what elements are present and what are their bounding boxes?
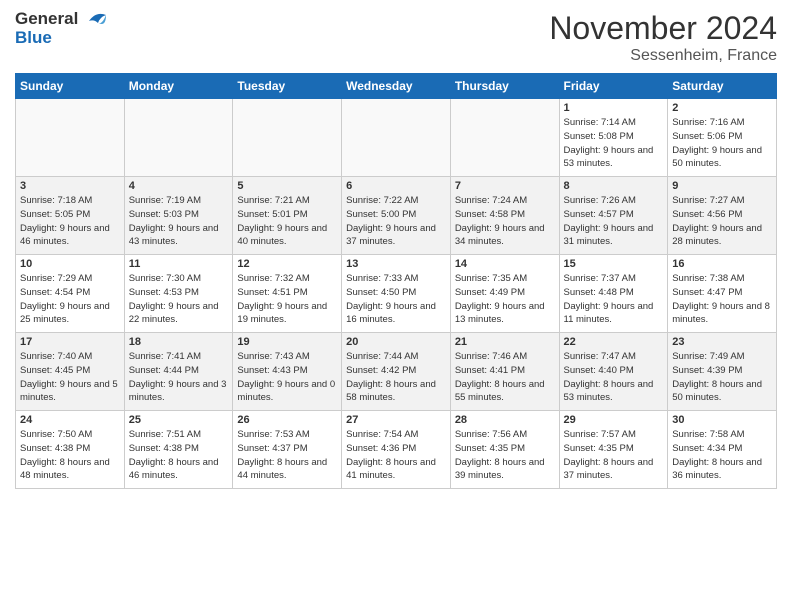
calendar-cell: 27 Sunrise: 7:54 AMSunset: 4:36 PMDaylig…: [342, 411, 451, 489]
col-monday: Monday: [124, 74, 233, 99]
location: Sessenheim, France: [549, 47, 777, 65]
calendar-cell: 7 Sunrise: 7:24 AMSunset: 4:58 PMDayligh…: [450, 177, 559, 255]
calendar-cell: [124, 99, 233, 177]
calendar-cell: 13 Sunrise: 7:33 AMSunset: 4:50 PMDaylig…: [342, 255, 451, 333]
month-title: November 2024: [549, 10, 777, 47]
calendar-week-4: 24 Sunrise: 7:50 AMSunset: 4:38 PMDaylig…: [16, 411, 777, 489]
calendar-cell: 15 Sunrise: 7:37 AMSunset: 4:48 PMDaylig…: [559, 255, 668, 333]
logo-bird-icon: [84, 9, 108, 33]
calendar-week-0: 1 Sunrise: 7:14 AMSunset: 5:08 PMDayligh…: [16, 99, 777, 177]
calendar-cell: 20 Sunrise: 7:44 AMSunset: 4:42 PMDaylig…: [342, 333, 451, 411]
calendar-cell: 18 Sunrise: 7:41 AMSunset: 4:44 PMDaylig…: [124, 333, 233, 411]
calendar-cell: [342, 99, 451, 177]
logo: General Blue: [15, 10, 108, 47]
title-section: November 2024 Sessenheim, France: [549, 10, 777, 65]
calendar-cell: 2 Sunrise: 7:16 AMSunset: 5:06 PMDayligh…: [668, 99, 777, 177]
calendar-cell: 23 Sunrise: 7:49 AMSunset: 4:39 PMDaylig…: [668, 333, 777, 411]
calendar-cell: [233, 99, 342, 177]
page-header: General Blue November 2024 Sessenheim, F…: [15, 10, 777, 65]
calendar-cell: 12 Sunrise: 7:32 AMSunset: 4:51 PMDaylig…: [233, 255, 342, 333]
col-thursday: Thursday: [450, 74, 559, 99]
calendar-cell: 22 Sunrise: 7:47 AMSunset: 4:40 PMDaylig…: [559, 333, 668, 411]
calendar-cell: [450, 99, 559, 177]
calendar-cell: 14 Sunrise: 7:35 AMSunset: 4:49 PMDaylig…: [450, 255, 559, 333]
calendar-cell: 25 Sunrise: 7:51 AMSunset: 4:38 PMDaylig…: [124, 411, 233, 489]
calendar-cell: 17 Sunrise: 7:40 AMSunset: 4:45 PMDaylig…: [16, 333, 125, 411]
calendar-cell: 26 Sunrise: 7:53 AMSunset: 4:37 PMDaylig…: [233, 411, 342, 489]
calendar-cell: 10 Sunrise: 7:29 AMSunset: 4:54 PMDaylig…: [16, 255, 125, 333]
calendar-cell: 24 Sunrise: 7:50 AMSunset: 4:38 PMDaylig…: [16, 411, 125, 489]
calendar-cell: 8 Sunrise: 7:26 AMSunset: 4:57 PMDayligh…: [559, 177, 668, 255]
col-sunday: Sunday: [16, 74, 125, 99]
col-tuesday: Tuesday: [233, 74, 342, 99]
col-saturday: Saturday: [668, 74, 777, 99]
calendar-week-1: 3 Sunrise: 7:18 AMSunset: 5:05 PMDayligh…: [16, 177, 777, 255]
col-wednesday: Wednesday: [342, 74, 451, 99]
calendar-cell: 9 Sunrise: 7:27 AMSunset: 4:56 PMDayligh…: [668, 177, 777, 255]
calendar-cell: [16, 99, 125, 177]
calendar-cell: 3 Sunrise: 7:18 AMSunset: 5:05 PMDayligh…: [16, 177, 125, 255]
calendar-cell: 4 Sunrise: 7:19 AMSunset: 5:03 PMDayligh…: [124, 177, 233, 255]
header-row: Sunday Monday Tuesday Wednesday Thursday…: [16, 74, 777, 99]
calendar-cell: 11 Sunrise: 7:30 AMSunset: 4:53 PMDaylig…: [124, 255, 233, 333]
calendar-cell: 6 Sunrise: 7:22 AMSunset: 5:00 PMDayligh…: [342, 177, 451, 255]
calendar-cell: 19 Sunrise: 7:43 AMSunset: 4:43 PMDaylig…: [233, 333, 342, 411]
calendar-table: Sunday Monday Tuesday Wednesday Thursday…: [15, 73, 777, 489]
calendar-cell: 16 Sunrise: 7:38 AMSunset: 4:47 PMDaylig…: [668, 255, 777, 333]
calendar-cell: 5 Sunrise: 7:21 AMSunset: 5:01 PMDayligh…: [233, 177, 342, 255]
calendar-cell: 30 Sunrise: 7:58 AMSunset: 4:34 PMDaylig…: [668, 411, 777, 489]
col-friday: Friday: [559, 74, 668, 99]
calendar-cell: 28 Sunrise: 7:56 AMSunset: 4:35 PMDaylig…: [450, 411, 559, 489]
calendar-week-2: 10 Sunrise: 7:29 AMSunset: 4:54 PMDaylig…: [16, 255, 777, 333]
calendar-cell: 1 Sunrise: 7:14 AMSunset: 5:08 PMDayligh…: [559, 99, 668, 177]
calendar-cell: 21 Sunrise: 7:46 AMSunset: 4:41 PMDaylig…: [450, 333, 559, 411]
calendar-cell: 29 Sunrise: 7:57 AMSunset: 4:35 PMDaylig…: [559, 411, 668, 489]
logo-text: General Blue: [15, 10, 78, 47]
calendar-week-3: 17 Sunrise: 7:40 AMSunset: 4:45 PMDaylig…: [16, 333, 777, 411]
